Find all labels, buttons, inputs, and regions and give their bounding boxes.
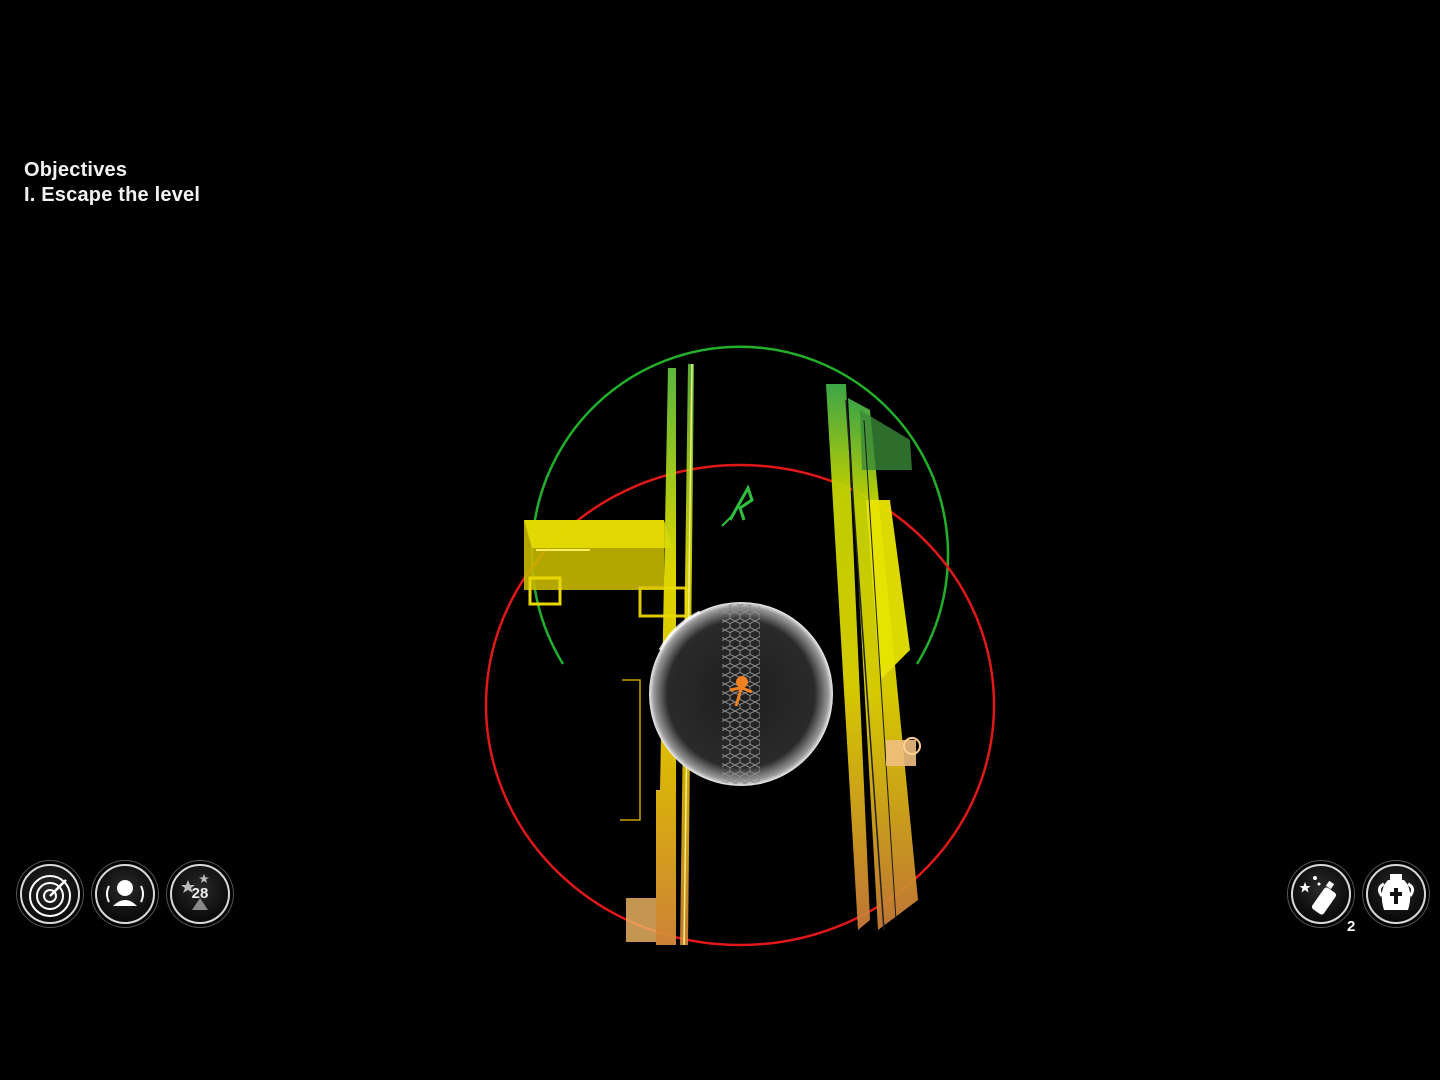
noise-button[interactable] (95, 864, 155, 924)
objectives-title: Objectives (24, 159, 128, 181)
objectives-panel: Objectives I. Escape the level (24, 158, 200, 208)
spray-count: 2 (1347, 918, 1356, 935)
stars-counter-button[interactable]: 28 (170, 864, 230, 924)
spray-can-button[interactable] (1291, 864, 1351, 924)
urn-icon (1377, 874, 1415, 910)
left-wall-block (524, 520, 688, 618)
stars-count: 28 (191, 885, 209, 902)
objective-item: I. Escape the level (24, 184, 201, 206)
player-noise-icon (106, 880, 144, 906)
player-shield-bubble (649, 602, 833, 786)
spray-can-icon (1299, 876, 1337, 915)
radar-button[interactable] (20, 864, 80, 924)
urn-button[interactable] (1366, 864, 1426, 924)
radar-icon (29, 875, 71, 917)
guard-marker (721, 484, 754, 527)
right-corridor-wall (826, 384, 921, 931)
